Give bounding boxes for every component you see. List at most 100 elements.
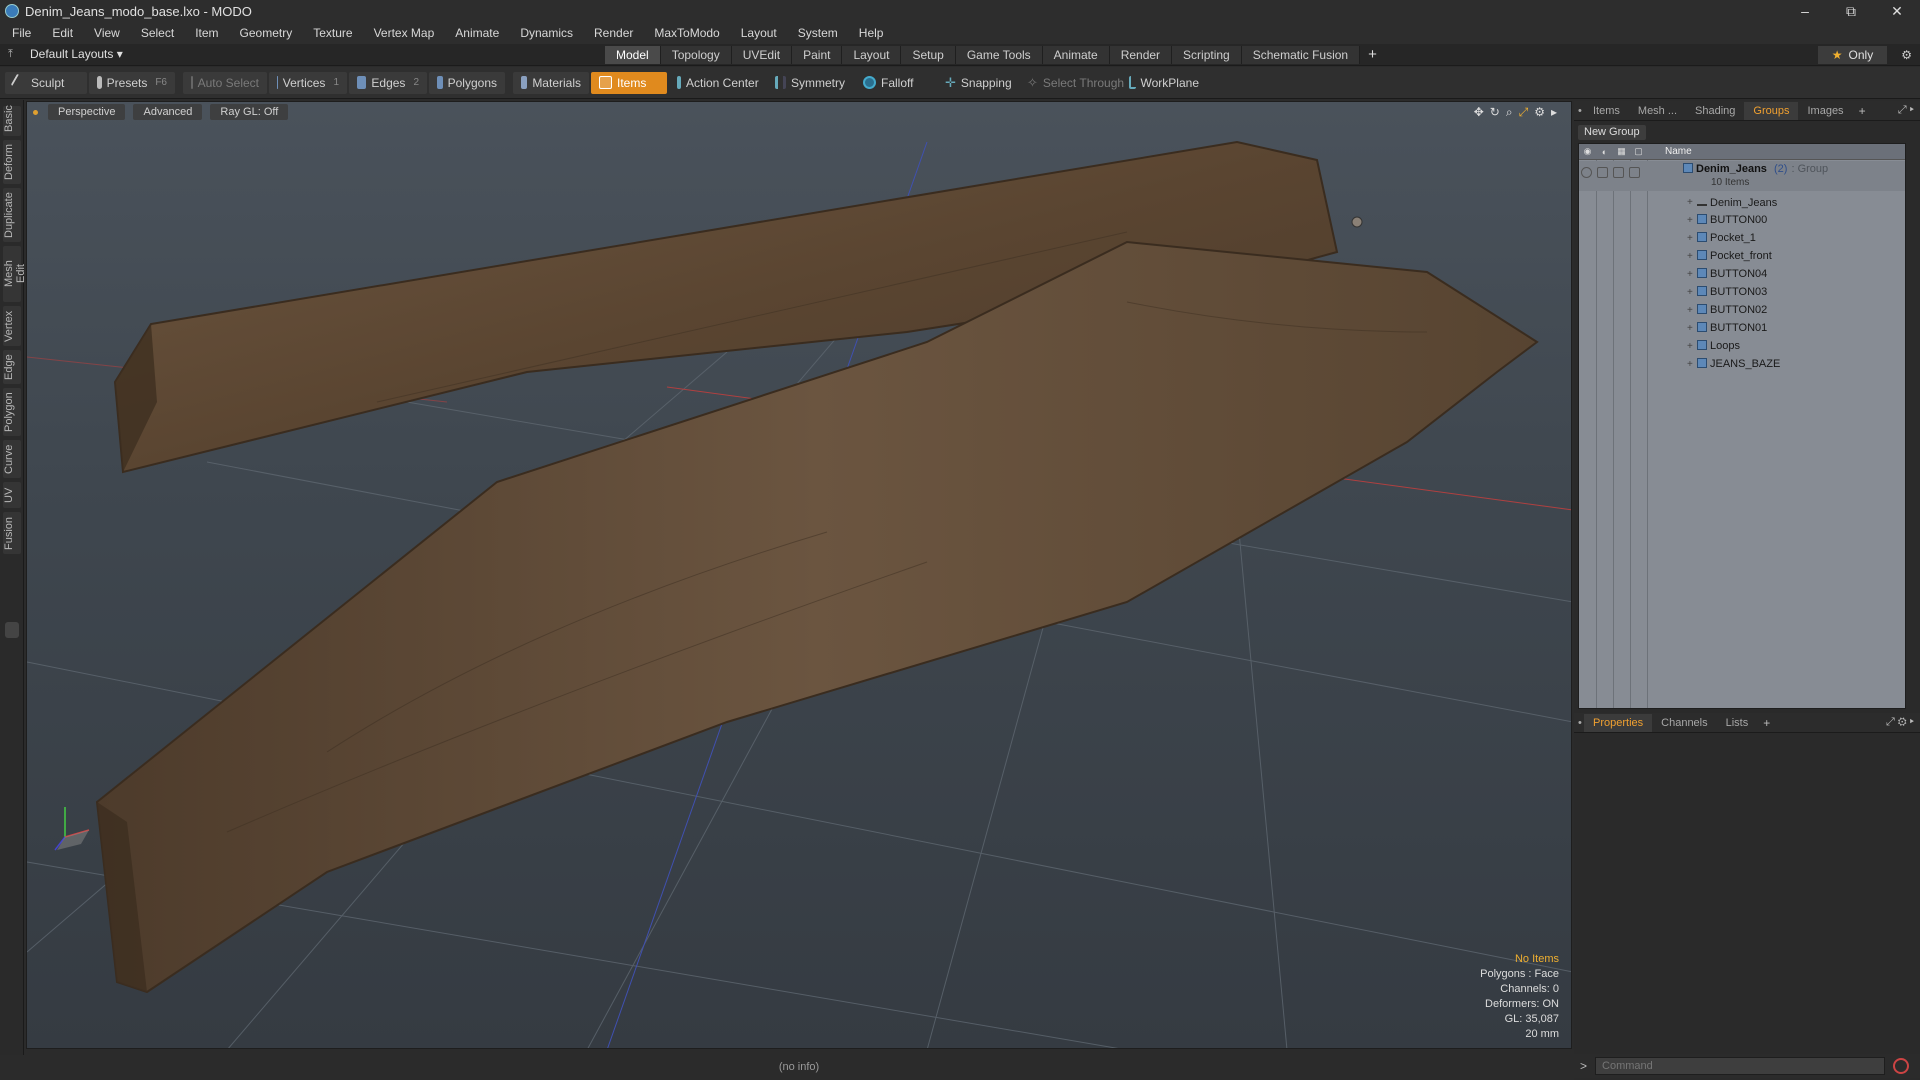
raygl-toggle[interactable]: Ray GL: Off [210,104,289,120]
gear-icon[interactable]: ⚙ [1901,48,1912,62]
3d-viewport[interactable]: Perspective Advanced Ray GL: Off ✥ ↻ ⌕ ⤢… [26,101,1572,1049]
list-item[interactable]: + Denim_Jeans [1579,193,1905,211]
left-tab-deform[interactable]: Deform [3,140,21,184]
expand-icon[interactable]: + [1687,359,1693,370]
properties-menu-icon[interactable]: • [1574,714,1584,732]
command-input[interactable] [1595,1057,1886,1075]
expand-icon[interactable]: + [1687,341,1693,352]
menu-dynamics[interactable]: Dynamics [520,26,573,40]
list-item[interactable]: + BUTTON03 [1579,283,1905,301]
visibility-toggle-icon[interactable] [1581,167,1592,178]
lock-toggle-icon[interactable] [1613,167,1624,178]
only-toggle[interactable]: ★ Only [1817,46,1888,64]
viewport-expand-icon[interactable]: ▸ [1551,105,1557,120]
tab-scripting[interactable]: Scripting [1172,46,1242,64]
expand-icon[interactable]: + [1687,251,1693,262]
list-item[interactable]: + JEANS_BAZE [1579,355,1905,373]
select-through-button[interactable]: ✧ Select Through [1019,72,1124,94]
list-item[interactable]: + BUTTON04 [1579,265,1905,283]
maximize-icon[interactable]: ⤢ [1519,105,1529,120]
menu-edit[interactable]: Edit [52,26,73,40]
menu-animate[interactable]: Animate [455,26,499,40]
left-tab-mesh-edit[interactable]: Mesh Edit [3,246,27,302]
left-tab-polygon[interactable]: Polygon [3,388,21,436]
close-button[interactable]: ✕ [1874,0,1920,22]
command-history-icon[interactable] [1893,1058,1910,1074]
menu-layout[interactable]: Layout [741,26,777,40]
left-tab-basic[interactable]: Basic [3,105,21,136]
new-group-button[interactable]: New Group [1578,125,1646,140]
symmetry-button[interactable]: Symmetry [767,72,853,94]
left-tab-uv[interactable]: UV [3,482,21,508]
left-tab-duplicate[interactable]: Duplicate [3,188,21,242]
list-item[interactable]: + BUTTON02 [1579,301,1905,319]
viewport-menu-icon[interactable] [33,109,38,115]
list-item[interactable]: + Loops [1579,337,1905,355]
add-panel-tab-icon[interactable]: + [1853,104,1872,118]
falloff-button[interactable]: Falloff [855,72,935,94]
polygons-button[interactable]: Polygons [429,71,505,94]
collapse-arrow-icon[interactable]: ⤒ [8,48,20,60]
zoom-icon[interactable]: ⌕ [1506,105,1513,120]
left-tab-fusion[interactable]: Fusion [3,512,21,554]
list-item[interactable]: + Pocket_front [1579,247,1905,265]
expand-icon[interactable]: + [1687,215,1693,226]
sculpt-button[interactable]: Sculpt [5,71,87,94]
rotate-icon[interactable]: ↻ [1490,105,1500,120]
tab-render[interactable]: Render [1109,46,1173,64]
group-row[interactable]: Denim_Jeans (2): Group 10 Items [1579,161,1905,191]
pan-icon[interactable]: ✥ [1474,105,1484,120]
expand-icon[interactable]: + [1687,197,1693,208]
panel-menu-icon[interactable]: • [1574,102,1584,120]
add-tab-icon[interactable]: + [1360,46,1385,64]
tab-items[interactable]: Items [1584,102,1629,120]
workplane-button[interactable]: WorkPlane [1121,72,1207,94]
presets-button[interactable]: Presets F6 [89,71,175,94]
visibility-column-icon[interactable]: ◉ [1579,146,1596,157]
select-toggle-icon[interactable] [1629,167,1640,178]
tab-setup[interactable]: Setup [901,46,956,64]
panel-expand-icon[interactable]: ⤢ ▸ [1898,104,1914,117]
left-tab-curve[interactable]: Curve [3,440,21,478]
expand-icon[interactable]: + [1687,323,1693,334]
edges-button[interactable]: Edges 2 [349,71,427,94]
tab-schematic-fusion[interactable]: Schematic Fusion [1241,46,1361,64]
menu-geometry[interactable]: Geometry [240,26,293,40]
tab-model[interactable]: Model [605,46,661,64]
expand-icon[interactable]: + [1687,305,1693,316]
render-column-icon[interactable]: ◐ [1596,147,1613,157]
view-mode-dropdown[interactable]: Perspective [48,104,126,120]
viewport-settings-icon[interactable]: ⚙ [1534,105,1545,120]
add-properties-tab-icon[interactable]: + [1757,716,1776,730]
menu-vertex-map[interactable]: Vertex Map [374,26,435,40]
tab-images[interactable]: Images [1798,102,1852,120]
tab-topology[interactable]: Topology [660,46,732,64]
select-column-icon[interactable]: ▢ [1630,146,1647,157]
shading-dropdown[interactable]: Advanced [133,104,203,120]
menu-texture[interactable]: Texture [313,26,352,40]
menu-file[interactable]: File [12,26,31,40]
tab-layout[interactable]: Layout [842,46,902,64]
layouts-dropdown[interactable]: Default Layouts ▾ [30,47,123,61]
tab-groups[interactable]: Groups [1744,101,1799,120]
left-tab-edge[interactable]: Edge [3,350,21,384]
menu-maxtomodo[interactable]: MaxToModo [654,26,719,40]
tab-shading[interactable]: Shading [1686,102,1744,120]
restore-button[interactable]: ⧉ [1828,0,1874,22]
name-column-header[interactable]: Name [1665,146,1692,157]
tab-game-tools[interactable]: Game Tools [955,46,1043,64]
snapping-button[interactable]: ✛ Snapping [937,72,1017,94]
menu-system[interactable]: System [798,26,838,40]
list-item[interactable]: + Pocket_1 [1579,229,1905,247]
lock-column-icon[interactable]: ▦ [1613,146,1630,157]
menu-view[interactable]: View [94,26,120,40]
menu-render[interactable]: Render [594,26,633,40]
tab-channels[interactable]: Channels [1652,714,1716,732]
tab-lists[interactable]: Lists [1717,714,1758,732]
tab-uvedit[interactable]: UVEdit [731,46,793,64]
panel-toggle-icon[interactable] [5,622,19,638]
list-item[interactable]: + BUTTON01 [1579,319,1905,337]
list-item[interactable]: + BUTTON00 [1579,211,1905,229]
tab-properties[interactable]: Properties [1584,713,1653,732]
tab-animate[interactable]: Animate [1042,46,1110,64]
